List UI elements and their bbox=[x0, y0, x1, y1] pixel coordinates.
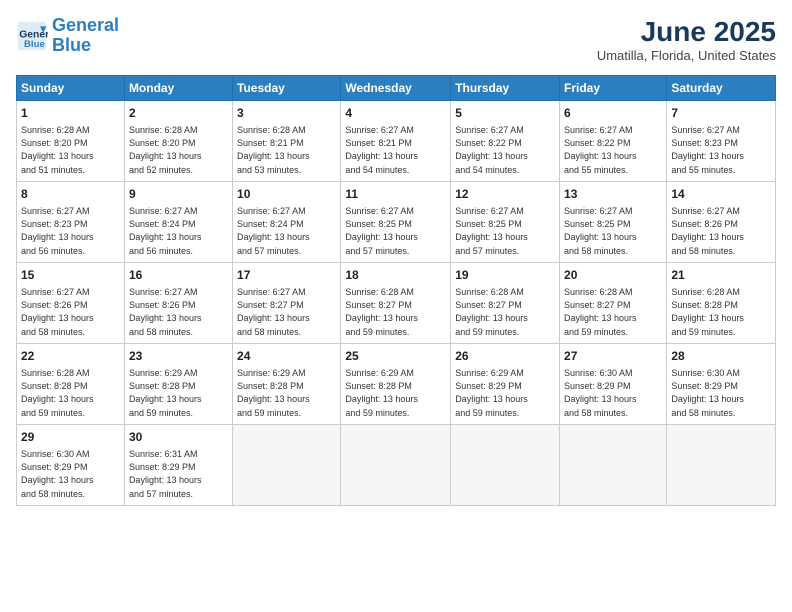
table-row: 29Sunrise: 6:30 AMSunset: 8:29 PMDayligh… bbox=[17, 424, 125, 505]
table-row: 14Sunrise: 6:27 AMSunset: 8:26 PMDayligh… bbox=[667, 181, 776, 262]
col-sunday: Sunday bbox=[17, 76, 125, 101]
week-row-5: 29Sunrise: 6:30 AMSunset: 8:29 PMDayligh… bbox=[17, 424, 776, 505]
calendar-table: Sunday Monday Tuesday Wednesday Thursday… bbox=[16, 75, 776, 506]
header: General Blue GeneralBlue June 2025 Umati… bbox=[16, 16, 776, 63]
table-row: 19Sunrise: 6:28 AMSunset: 8:27 PMDayligh… bbox=[451, 262, 560, 343]
week-row-1: 1Sunrise: 6:28 AMSunset: 8:20 PMDaylight… bbox=[17, 101, 776, 182]
table-row: 4Sunrise: 6:27 AMSunset: 8:21 PMDaylight… bbox=[341, 101, 451, 182]
week-row-3: 15Sunrise: 6:27 AMSunset: 8:26 PMDayligh… bbox=[17, 262, 776, 343]
table-row: 6Sunrise: 6:27 AMSunset: 8:22 PMDaylight… bbox=[560, 101, 667, 182]
logo-text: GeneralBlue bbox=[52, 16, 119, 56]
col-saturday: Saturday bbox=[667, 76, 776, 101]
table-row: 27Sunrise: 6:30 AMSunset: 8:29 PMDayligh… bbox=[560, 343, 667, 424]
table-row: 18Sunrise: 6:28 AMSunset: 8:27 PMDayligh… bbox=[341, 262, 451, 343]
table-row: 30Sunrise: 6:31 AMSunset: 8:29 PMDayligh… bbox=[124, 424, 232, 505]
col-wednesday: Wednesday bbox=[341, 76, 451, 101]
table-row: 22Sunrise: 6:28 AMSunset: 8:28 PMDayligh… bbox=[17, 343, 125, 424]
table-row bbox=[667, 424, 776, 505]
table-row: 7Sunrise: 6:27 AMSunset: 8:23 PMDaylight… bbox=[667, 101, 776, 182]
table-row: 15Sunrise: 6:27 AMSunset: 8:26 PMDayligh… bbox=[17, 262, 125, 343]
table-row bbox=[451, 424, 560, 505]
col-tuesday: Tuesday bbox=[233, 76, 341, 101]
table-row bbox=[233, 424, 341, 505]
svg-text:Blue: Blue bbox=[24, 39, 45, 50]
table-row: 23Sunrise: 6:29 AMSunset: 8:28 PMDayligh… bbox=[124, 343, 232, 424]
table-row bbox=[341, 424, 451, 505]
table-row: 24Sunrise: 6:29 AMSunset: 8:28 PMDayligh… bbox=[233, 343, 341, 424]
week-row-2: 8Sunrise: 6:27 AMSunset: 8:23 PMDaylight… bbox=[17, 181, 776, 262]
table-row: 28Sunrise: 6:30 AMSunset: 8:29 PMDayligh… bbox=[667, 343, 776, 424]
week-row-4: 22Sunrise: 6:28 AMSunset: 8:28 PMDayligh… bbox=[17, 343, 776, 424]
logo: General Blue GeneralBlue bbox=[16, 16, 119, 56]
col-friday: Friday bbox=[560, 76, 667, 101]
page-container: General Blue GeneralBlue June 2025 Umati… bbox=[0, 0, 792, 514]
table-row: 10Sunrise: 6:27 AMSunset: 8:24 PMDayligh… bbox=[233, 181, 341, 262]
table-row: 3Sunrise: 6:28 AMSunset: 8:21 PMDaylight… bbox=[233, 101, 341, 182]
table-row: 16Sunrise: 6:27 AMSunset: 8:26 PMDayligh… bbox=[124, 262, 232, 343]
location: Umatilla, Florida, United States bbox=[597, 48, 776, 63]
title-block: June 2025 Umatilla, Florida, United Stat… bbox=[597, 16, 776, 63]
table-row: 20Sunrise: 6:28 AMSunset: 8:27 PMDayligh… bbox=[560, 262, 667, 343]
table-row: 2Sunrise: 6:28 AMSunset: 8:20 PMDaylight… bbox=[124, 101, 232, 182]
table-row: 8Sunrise: 6:27 AMSunset: 8:23 PMDaylight… bbox=[17, 181, 125, 262]
table-row: 26Sunrise: 6:29 AMSunset: 8:29 PMDayligh… bbox=[451, 343, 560, 424]
table-row: 5Sunrise: 6:27 AMSunset: 8:22 PMDaylight… bbox=[451, 101, 560, 182]
table-row: 21Sunrise: 6:28 AMSunset: 8:28 PMDayligh… bbox=[667, 262, 776, 343]
table-row: 11Sunrise: 6:27 AMSunset: 8:25 PMDayligh… bbox=[341, 181, 451, 262]
logo-icon: General Blue bbox=[16, 20, 48, 52]
table-row: 13Sunrise: 6:27 AMSunset: 8:25 PMDayligh… bbox=[560, 181, 667, 262]
table-row: 17Sunrise: 6:27 AMSunset: 8:27 PMDayligh… bbox=[233, 262, 341, 343]
table-row: 1Sunrise: 6:28 AMSunset: 8:20 PMDaylight… bbox=[17, 101, 125, 182]
month-title: June 2025 bbox=[597, 16, 776, 48]
col-thursday: Thursday bbox=[451, 76, 560, 101]
table-row bbox=[560, 424, 667, 505]
table-row: 12Sunrise: 6:27 AMSunset: 8:25 PMDayligh… bbox=[451, 181, 560, 262]
table-row: 9Sunrise: 6:27 AMSunset: 8:24 PMDaylight… bbox=[124, 181, 232, 262]
calendar-header-row: Sunday Monday Tuesday Wednesday Thursday… bbox=[17, 76, 776, 101]
col-monday: Monday bbox=[124, 76, 232, 101]
table-row: 25Sunrise: 6:29 AMSunset: 8:28 PMDayligh… bbox=[341, 343, 451, 424]
